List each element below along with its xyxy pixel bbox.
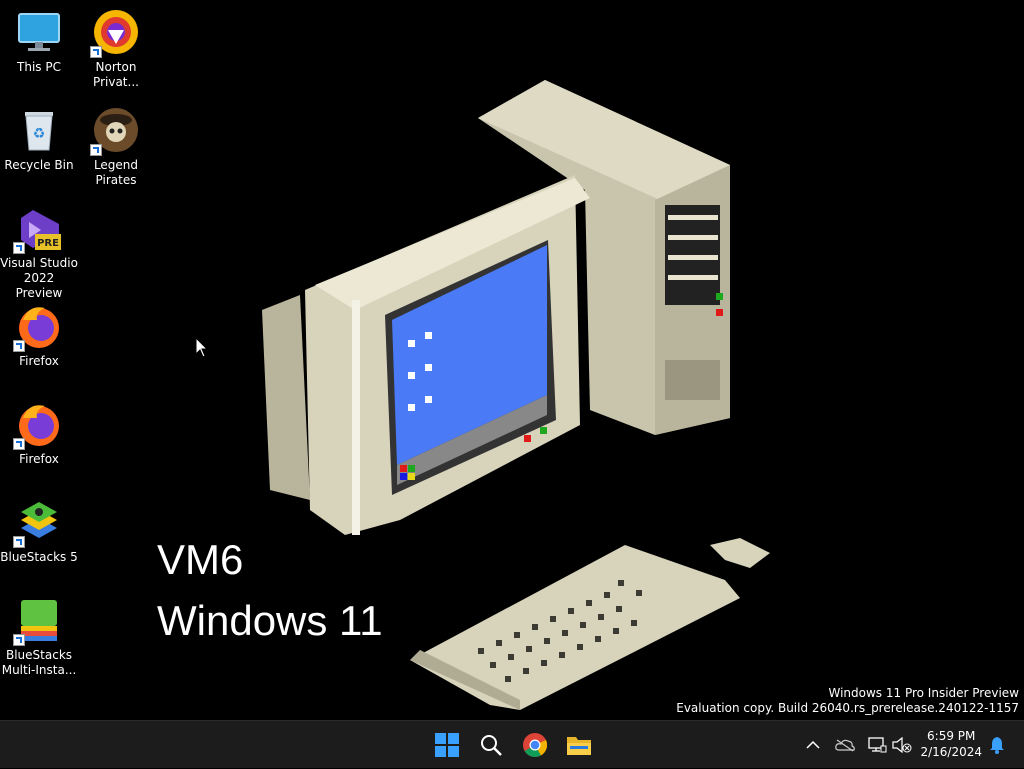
file-explorer-icon: [567, 737, 591, 755]
bluestacks-multi-icon: [13, 596, 63, 646]
wallpaper-title-windows: Windows 11: [157, 597, 383, 644]
start-icon: [435, 733, 459, 757]
desktop-icon-label: Firefox: [19, 452, 59, 466]
shortcut-arrow-icon: [13, 438, 25, 450]
clock-button[interactable]: 6:59 PM 2/16/2024: [920, 728, 982, 760]
monitor-icon: [15, 8, 63, 56]
desktop-icon-bluestacks-multi[interactable]: BlueStacks Multi-Insta...: [0, 596, 78, 678]
wallpaper-title-vm: VM6: [157, 536, 244, 583]
desktop-icon-firefox[interactable]: Firefox: [0, 302, 78, 369]
desktop-icon-bluestacks[interactable]: BlueStacks 5: [0, 498, 78, 565]
onedrive-button[interactable]: [833, 721, 857, 769]
file-explorer-button[interactable]: [559, 725, 599, 765]
mouse-cursor-icon: [195, 337, 209, 358]
svg-text:♻: ♻: [33, 126, 46, 142]
shortcut-arrow-icon: [13, 536, 25, 548]
tray-overflow-button[interactable]: [801, 721, 825, 769]
onedrive-icon: [835, 739, 855, 752]
volume-button[interactable]: [890, 721, 914, 769]
notification-button[interactable]: [985, 721, 1009, 769]
chrome-icon: [523, 733, 548, 758]
shortcut-arrow-icon: [13, 340, 25, 352]
start-button[interactable]: [427, 725, 467, 765]
taskbar: 6:59 PM 2/16/2024: [0, 720, 1024, 768]
watermark-edition: Windows 11 Pro Insider Preview: [828, 686, 1019, 700]
clock-date: 2/16/2024: [920, 745, 982, 759]
firefox-icon: [13, 400, 63, 450]
desktop-icon-label: BlueStacks 5: [0, 550, 78, 564]
desktop-icon-legend-pirates[interactable]: Legend Pirates: [77, 106, 155, 188]
evaluation-watermark: Windows 11 Pro Insider Preview Evaluatio…: [676, 686, 1019, 716]
desktop-icon-label: This PC: [17, 60, 61, 74]
pirate-skull-icon: [90, 106, 140, 156]
desktop-icon-this-pc[interactable]: This PC: [0, 8, 78, 75]
desktop[interactable]: This PC Norton Privat... ♻ Recycle Bin L…: [0, 0, 1024, 720]
chrome-taskbar-button[interactable]: [515, 725, 555, 765]
chevron-up-icon: [806, 740, 820, 749]
firefox-icon: [13, 302, 63, 352]
desktop-icon-recycle-bin[interactable]: ♻ Recycle Bin: [0, 106, 78, 173]
shortcut-arrow-icon: [90, 144, 102, 156]
desktop-icon-visual-studio[interactable]: PRE Visual Studio 2022 Preview: [0, 204, 78, 301]
norton-icon: [90, 8, 140, 58]
network-button[interactable]: [865, 721, 889, 769]
clock-time: 6:59 PM: [927, 729, 976, 743]
search-button[interactable]: [471, 725, 511, 765]
shortcut-arrow-icon: [13, 242, 25, 254]
search-icon: [481, 735, 502, 756]
desktop-icon-label: BlueStacks Multi-Insta...: [1, 648, 77, 677]
desktop-icon-label: Recycle Bin: [4, 158, 74, 172]
shortcut-arrow-icon: [90, 46, 102, 58]
volume-muted-icon: [892, 737, 912, 753]
desktop-icon-norton[interactable]: Norton Privat...: [77, 8, 155, 90]
desktop-icon-label: Legend Pirates: [93, 158, 139, 187]
recycle-bin-icon: ♻: [15, 106, 63, 154]
desktop-icon-label: Firefox: [19, 354, 59, 368]
shortcut-arrow-icon: [13, 634, 25, 646]
pre-badge: PRE: [37, 238, 59, 249]
network-icon: [868, 737, 887, 753]
desktop-icon-label: Norton Privat...: [93, 60, 139, 89]
desktop-icon-firefox[interactable]: Firefox: [0, 400, 78, 467]
visual-studio-icon: PRE: [13, 204, 63, 254]
desktop-icon-label: Visual Studio 2022 Preview: [0, 256, 78, 300]
notification-bell-icon: [990, 737, 1004, 754]
watermark-build: Evaluation copy. Build 26040.rs_prerelea…: [676, 701, 1019, 715]
bluestacks-icon: [13, 498, 63, 548]
